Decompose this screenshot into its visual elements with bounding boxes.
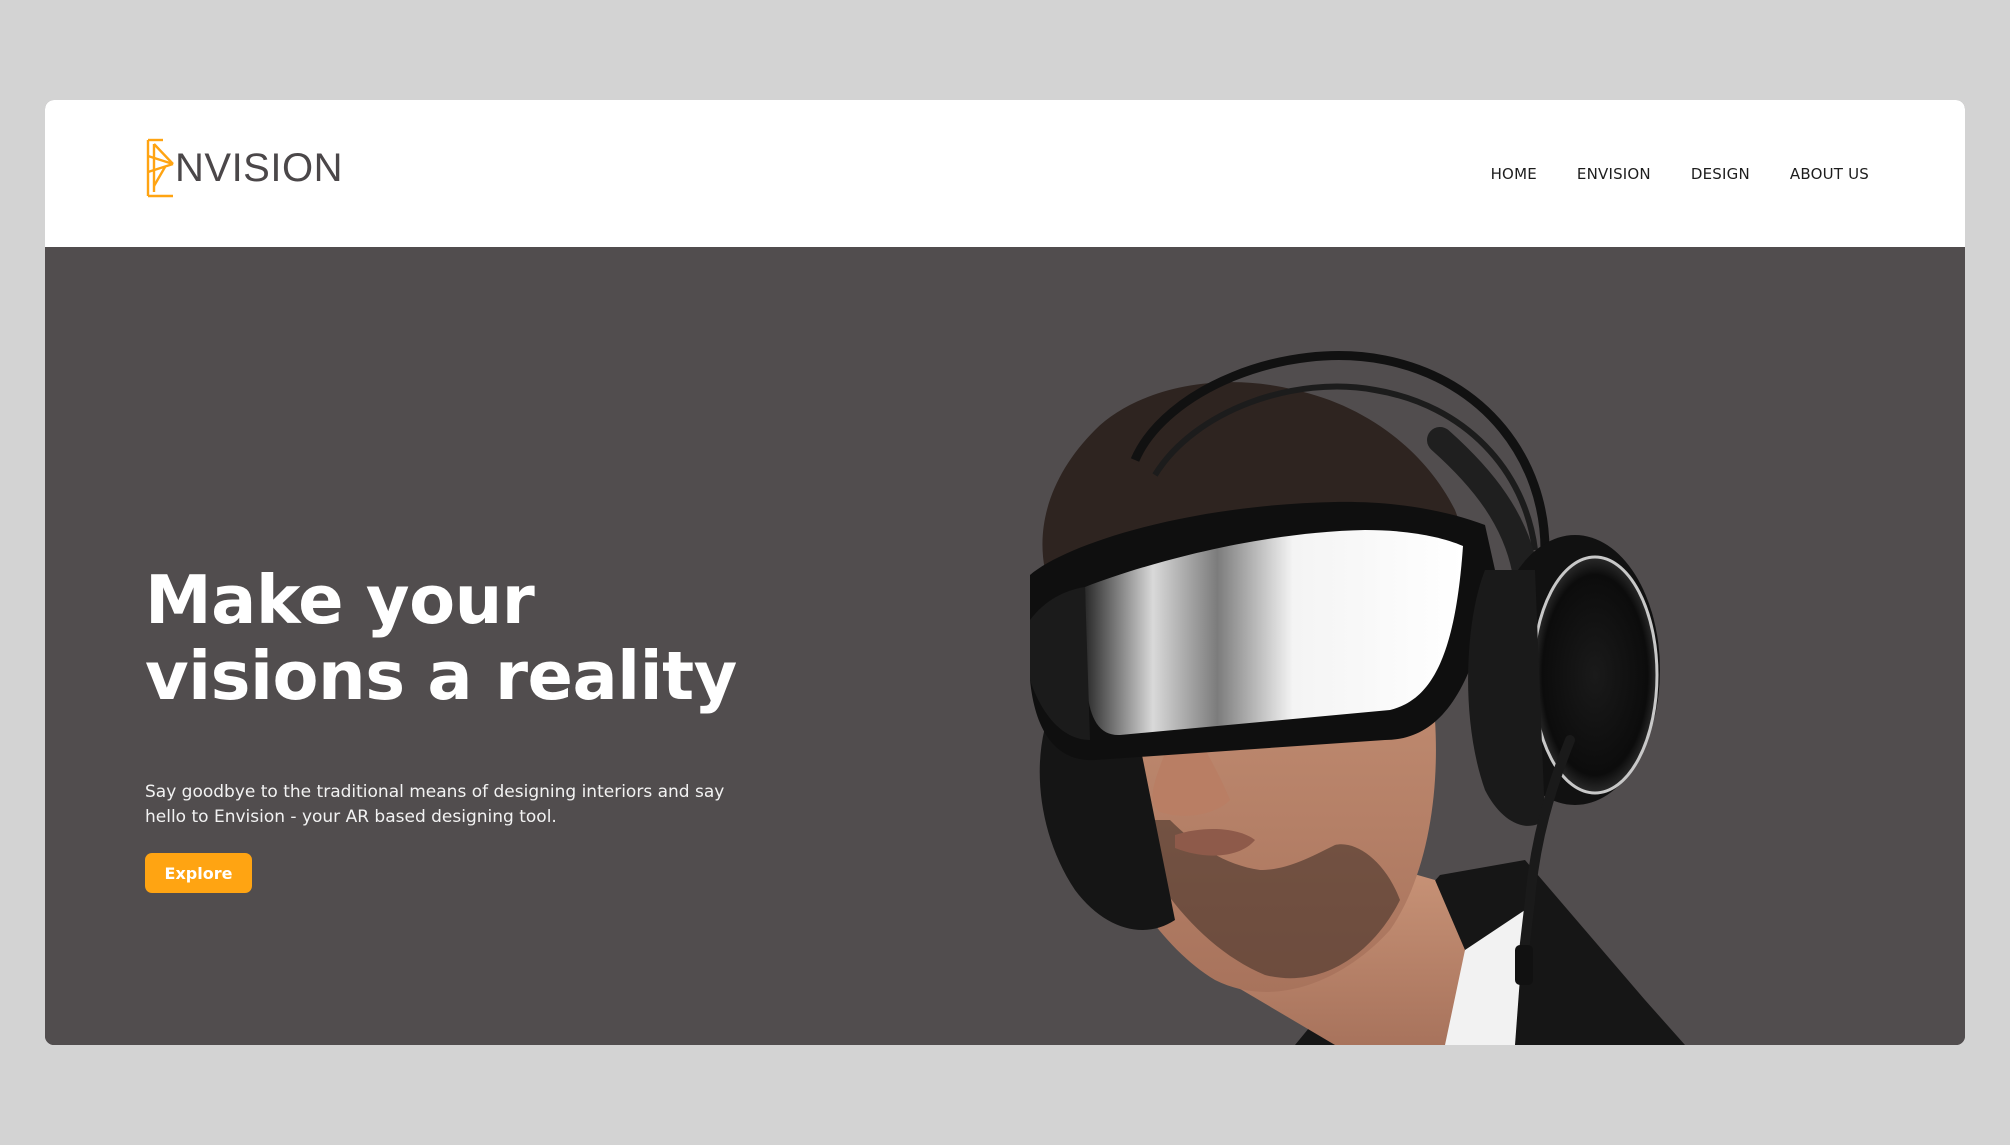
brand-logo[interactable]: NVISION bbox=[145, 138, 343, 198]
stylized-e-logo-icon bbox=[146, 138, 174, 198]
hero-title: Make your visions a reality bbox=[145, 562, 945, 714]
app-frame: NVISION HOME ENVISION DESIGN ABOUT US Ma… bbox=[45, 100, 1965, 1045]
nav-about-us-link[interactable]: ABOUT US bbox=[1790, 165, 1869, 183]
brand-name: NVISION bbox=[175, 146, 343, 190]
hero-subtitle-line2: hello to Envision - your AR based design… bbox=[145, 807, 557, 827]
hero-subtitle: Say goodbye to the traditional means of … bbox=[145, 780, 745, 830]
explore-button[interactable]: Explore bbox=[145, 853, 252, 893]
nav-home-link[interactable]: HOME bbox=[1491, 165, 1537, 183]
nav-design-link[interactable]: DESIGN bbox=[1691, 165, 1750, 183]
hero-title-line1: Make your bbox=[145, 561, 535, 639]
main-nav: HOME ENVISION DESIGN ABOUT US bbox=[1491, 100, 1869, 247]
nav-envision-link[interactable]: ENVISION bbox=[1577, 165, 1651, 183]
hero-subtitle-line1: Say goodbye to the traditional means of … bbox=[145, 782, 725, 802]
top-navbar: NVISION HOME ENVISION DESIGN ABOUT US bbox=[45, 100, 1965, 247]
hero-title-line2: visions a reality bbox=[145, 637, 737, 715]
